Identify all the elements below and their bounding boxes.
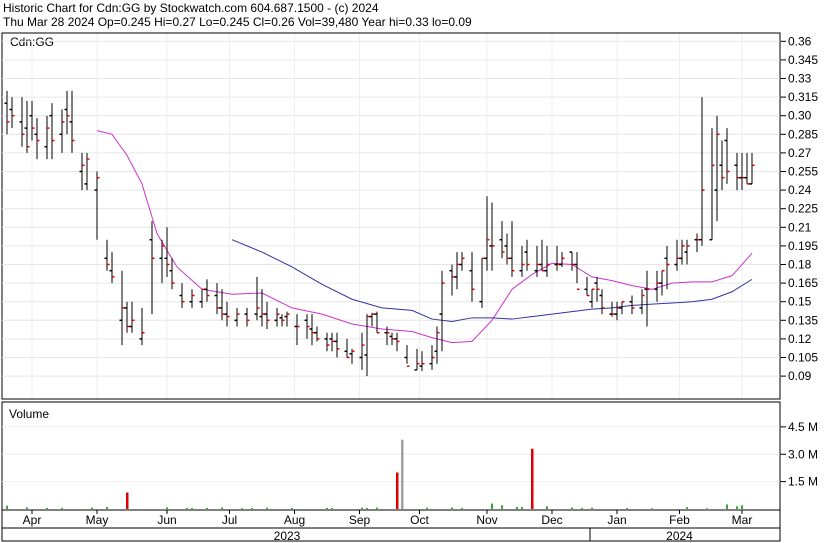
volume-bar: [726, 504, 728, 509]
month-label: May: [86, 513, 109, 527]
price-tick-label: 0.315: [788, 90, 818, 104]
price-panel-frame: [1, 32, 781, 400]
volume-tick-label: 4.5 M: [788, 420, 818, 434]
volume-bar: [251, 507, 253, 509]
volume-bar: [366, 507, 368, 509]
volume-bar: [326, 507, 328, 509]
volume-bar: [451, 507, 453, 509]
price-tick-label: 0.15: [788, 295, 812, 309]
year-label: 2024: [666, 529, 693, 543]
volume-bar: [426, 507, 428, 509]
month-label: Mar: [732, 513, 753, 527]
volume-bar: [571, 507, 573, 509]
volume-spike-bar: [396, 472, 399, 509]
month-label: Sep: [349, 513, 371, 527]
volume-bar: [706, 508, 708, 509]
volume-spike-bar: [531, 448, 534, 509]
volume-bar: [651, 508, 653, 509]
volume-bar: [501, 505, 503, 509]
month-label: Jan: [607, 513, 626, 527]
month-label: Jun: [157, 513, 176, 527]
volume-bar: [521, 506, 523, 509]
volume-bar: [331, 507, 333, 509]
volume-bar: [736, 506, 738, 509]
price-tick-label: 0.225: [788, 202, 818, 216]
volume-bar: [61, 507, 63, 509]
price-tick-label: 0.09: [788, 369, 812, 383]
price-tick-label: 0.33: [788, 72, 812, 86]
price-tick-label: 0.24: [788, 183, 812, 197]
year-label: 2023: [274, 529, 301, 543]
time-axis-frame: [1, 509, 781, 542]
price-tick-label: 0.36: [788, 34, 812, 48]
volume-bar: [46, 507, 48, 509]
month-label: Nov: [476, 513, 497, 527]
volume-bar: [626, 508, 628, 509]
volume-bar: [591, 507, 593, 509]
month-label: Jul: [222, 513, 237, 527]
price-tick-label: 0.165: [788, 276, 818, 290]
price-tick-label: 0.30: [788, 109, 812, 123]
volume-tick-label: 1.5 M: [788, 475, 818, 489]
volume-bar: [376, 507, 378, 509]
volume-spike-bar: [401, 439, 404, 509]
price-tick-label: 0.18: [788, 258, 812, 272]
volume-bar: [106, 506, 108, 509]
price-tick-label: 0.285: [788, 127, 818, 141]
volume-tick-label: 3.0 M: [788, 447, 818, 461]
stock-chart: Historic Chart for Cdn:GG by Stockwatch.…: [0, 0, 830, 543]
month-label: Feb: [669, 513, 690, 527]
volume-bar: [6, 505, 8, 509]
price-tick-label: 0.105: [788, 351, 818, 365]
volume-bar: [741, 505, 743, 509]
volume-spike-bar: [126, 492, 129, 509]
volume-bar: [166, 507, 168, 509]
month-label: Oct: [410, 513, 429, 527]
month-label: Apr: [23, 513, 42, 527]
volume-bar: [91, 507, 93, 509]
price-tick-label: 0.255: [788, 165, 818, 179]
volume-panel-label: Volume: [9, 407, 49, 421]
volume-bar: [546, 506, 548, 509]
volume-bar: [516, 506, 518, 509]
price-tick-label: 0.135: [788, 313, 818, 327]
price-tick-label: 0.12: [788, 332, 812, 346]
volume-bar: [686, 507, 688, 509]
price-tick-label: 0.27: [788, 146, 812, 160]
chart-canvas: Cdn:GG Volume 0.360.3450.330.3150.300.28…: [1, 32, 818, 543]
volume-bar: [221, 507, 223, 509]
price-tick-label: 0.195: [788, 239, 818, 253]
volume-bar: [186, 507, 188, 509]
volume-bar: [361, 507, 363, 509]
month-label: Aug: [284, 513, 305, 527]
price-tick-label: 0.21: [788, 220, 812, 234]
volume-panel-frame: [1, 401, 781, 511]
volume-bar: [266, 507, 268, 509]
price-tick-label: 0.345: [788, 53, 818, 67]
volume-bar: [491, 503, 493, 509]
volume-bar: [26, 507, 28, 509]
volume-bar: [206, 507, 208, 509]
volume-bar: [191, 508, 193, 509]
month-label: Dec: [541, 513, 562, 527]
volume-bar: [581, 507, 583, 509]
volume-bar: [461, 507, 463, 509]
volume-bar: [241, 508, 243, 509]
volume-bar: [291, 507, 293, 509]
